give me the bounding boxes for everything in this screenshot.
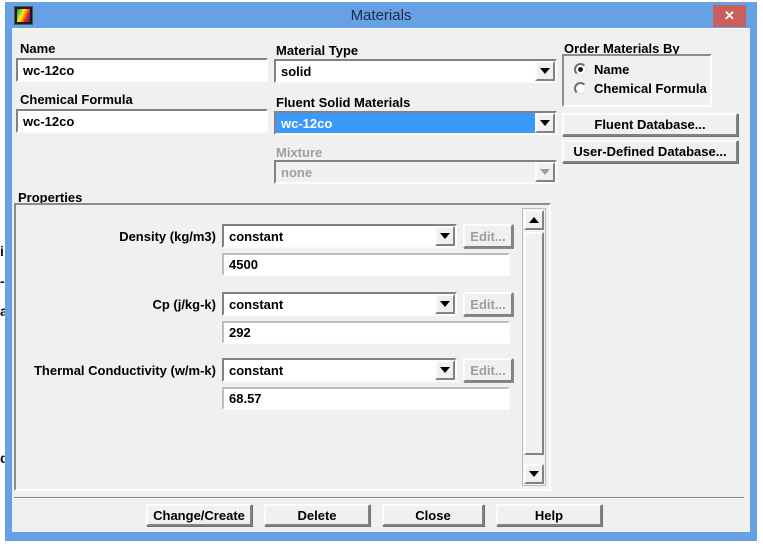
material-type-dropdown[interactable]: solid bbox=[274, 59, 557, 83]
chevron-down-icon bbox=[540, 169, 550, 175]
density-method-value: constant bbox=[229, 228, 284, 244]
backdrop-text-fragment: i bbox=[0, 243, 4, 259]
fluent-solid-materials-value: wc-12co bbox=[276, 113, 535, 133]
density-method-dropdown[interactable]: constant bbox=[222, 224, 457, 248]
fluent-solid-materials-dropdown-button[interactable] bbox=[535, 113, 555, 133]
thermal-conductivity-dropdown-button[interactable] bbox=[435, 360, 455, 380]
change-create-button[interactable]: Change/Create bbox=[146, 504, 252, 526]
chemical-formula-input[interactable] bbox=[16, 109, 268, 133]
cp-method-dropdown[interactable]: constant bbox=[222, 292, 457, 316]
material-type-dropdown-button[interactable] bbox=[535, 61, 555, 81]
radio-order-by-name[interactable]: Name bbox=[574, 62, 629, 77]
chevron-down-icon bbox=[440, 301, 450, 307]
window-title: Materials bbox=[350, 6, 412, 24]
close-window-button[interactable]: ✕ bbox=[713, 5, 746, 27]
material-type-label: Material Type bbox=[276, 43, 359, 58]
thermal-conductivity-method-value: constant bbox=[229, 362, 284, 378]
radio-unselected-icon bbox=[574, 82, 587, 95]
thermal-conductivity-label: Thermal Conductivity (w/m-k) bbox=[33, 362, 216, 378]
properties-groupbox: Density (kg/m3) constant Edit... Cp (j/k… bbox=[14, 203, 551, 491]
title-bar[interactable]: Materials ✕ bbox=[5, 2, 757, 28]
delete-button[interactable]: Delete bbox=[264, 504, 370, 526]
fluent-solid-materials-dropdown[interactable]: wc-12co bbox=[274, 111, 557, 135]
dialog-client-area: Name Chemical Formula Material Type soli… bbox=[12, 28, 750, 532]
density-label: Density (kg/m3) bbox=[119, 228, 216, 244]
scrollbar-down-button[interactable] bbox=[524, 464, 544, 484]
cp-label: Cp (j/kg-k) bbox=[152, 296, 216, 312]
radio-order-by-chemical-formula-label: Chemical Formula bbox=[594, 81, 707, 96]
radio-selected-icon bbox=[574, 63, 587, 76]
close-icon: ✕ bbox=[724, 8, 735, 23]
screenshot-stage: i - a d Materials ✕ Name Chemical Formul… bbox=[0, 0, 763, 551]
backdrop-text-fragment: - bbox=[0, 273, 5, 289]
density-value-input[interactable] bbox=[222, 253, 510, 276]
user-defined-database-button[interactable]: User-Defined Database... bbox=[562, 140, 738, 163]
order-materials-by-groupbox: Name Chemical Formula bbox=[562, 54, 712, 107]
scrollbar-thumb[interactable] bbox=[524, 232, 544, 455]
chevron-down-icon bbox=[440, 233, 450, 239]
mixture-value: none bbox=[281, 164, 313, 180]
material-type-value: solid bbox=[281, 63, 312, 79]
help-button[interactable]: Help bbox=[496, 504, 602, 526]
density-edit-button: Edit... bbox=[463, 224, 513, 248]
chevron-down-icon bbox=[440, 367, 450, 373]
chevron-down-icon bbox=[540, 120, 550, 126]
properties-scrollbar[interactable] bbox=[522, 208, 546, 486]
name-label: Name bbox=[20, 41, 56, 56]
materials-dialog-window: Materials ✕ Name Chemical Formula Materi… bbox=[5, 2, 757, 541]
fluent-database-button[interactable]: Fluent Database... bbox=[562, 113, 738, 136]
radio-order-by-name-label: Name bbox=[594, 62, 630, 77]
cp-method-value: constant bbox=[229, 296, 284, 312]
fluent-solid-materials-label: Fluent Solid Materials bbox=[276, 95, 411, 110]
mixture-label: Mixture bbox=[276, 145, 323, 160]
mixture-dropdown-button bbox=[535, 162, 555, 182]
chevron-down-icon bbox=[540, 68, 550, 74]
mixture-dropdown: none bbox=[274, 160, 557, 184]
scrollbar-up-button[interactable] bbox=[524, 210, 544, 230]
density-dropdown-button[interactable] bbox=[435, 226, 455, 246]
separator-line bbox=[14, 497, 744, 499]
thermal-conductivity-value-input[interactable] bbox=[222, 387, 510, 410]
cp-edit-button: Edit... bbox=[463, 292, 513, 316]
fluent-app-icon bbox=[14, 6, 33, 25]
cp-dropdown-button[interactable] bbox=[435, 294, 455, 314]
chevron-up-icon bbox=[529, 217, 539, 223]
close-button[interactable]: Close bbox=[382, 504, 484, 526]
thermal-conductivity-edit-button: Edit... bbox=[463, 358, 513, 382]
thermal-conductivity-method-dropdown[interactable]: constant bbox=[222, 358, 457, 382]
radio-order-by-chemical-formula[interactable]: Chemical Formula bbox=[574, 81, 707, 96]
cp-value-input[interactable] bbox=[222, 321, 510, 344]
chevron-down-icon bbox=[529, 471, 539, 477]
name-input[interactable] bbox=[16, 58, 268, 82]
chemical-formula-label: Chemical Formula bbox=[20, 92, 133, 107]
